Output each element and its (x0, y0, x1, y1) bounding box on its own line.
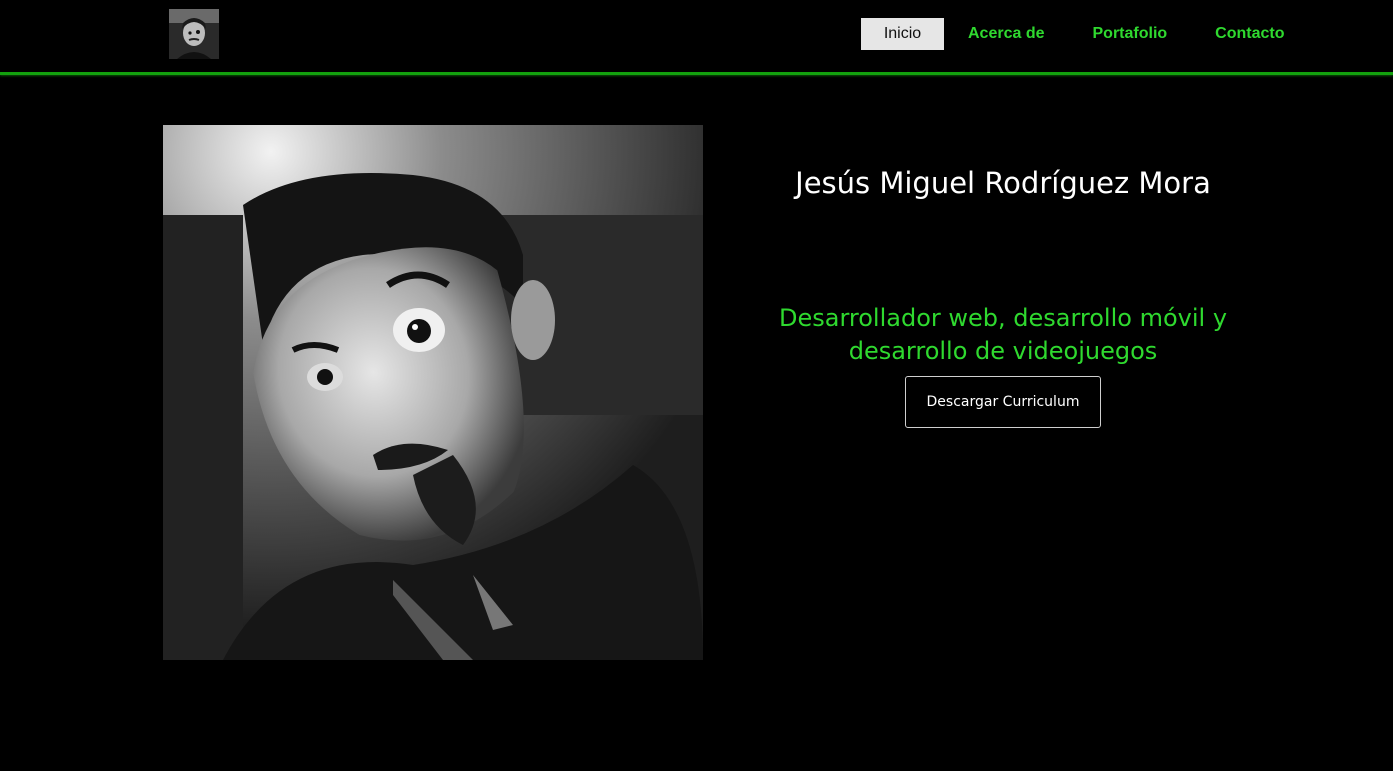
logo-avatar[interactable] (169, 9, 219, 59)
download-cv-button[interactable]: Descargar Curriculum (905, 376, 1101, 428)
role-line-1: Desarrollador web, desarrollo móvil y (778, 304, 1228, 332)
portrait-image (163, 125, 703, 660)
top-navbar: Inicio Acerca de Portafolio Contacto (0, 0, 1393, 75)
main-nav: Inicio Acerca de Portafolio Contacto (861, 18, 1309, 50)
profile-name: Jesús Miguel Rodríguez Mora (795, 166, 1211, 200)
nav-item-portafolio[interactable]: Portafolio (1069, 18, 1192, 50)
profile-role: Desarrollador web, desarrollo móvil y de… (760, 302, 1246, 368)
nav-item-acerca-de[interactable]: Acerca de (944, 18, 1069, 50)
nav-item-inicio[interactable]: Inicio (861, 18, 944, 50)
role-line-2: desarrollo de videojuegos (848, 337, 1158, 365)
avatar-image (169, 9, 219, 59)
profile-photo (163, 125, 703, 660)
nav-item-contacto[interactable]: Contacto (1191, 18, 1308, 50)
